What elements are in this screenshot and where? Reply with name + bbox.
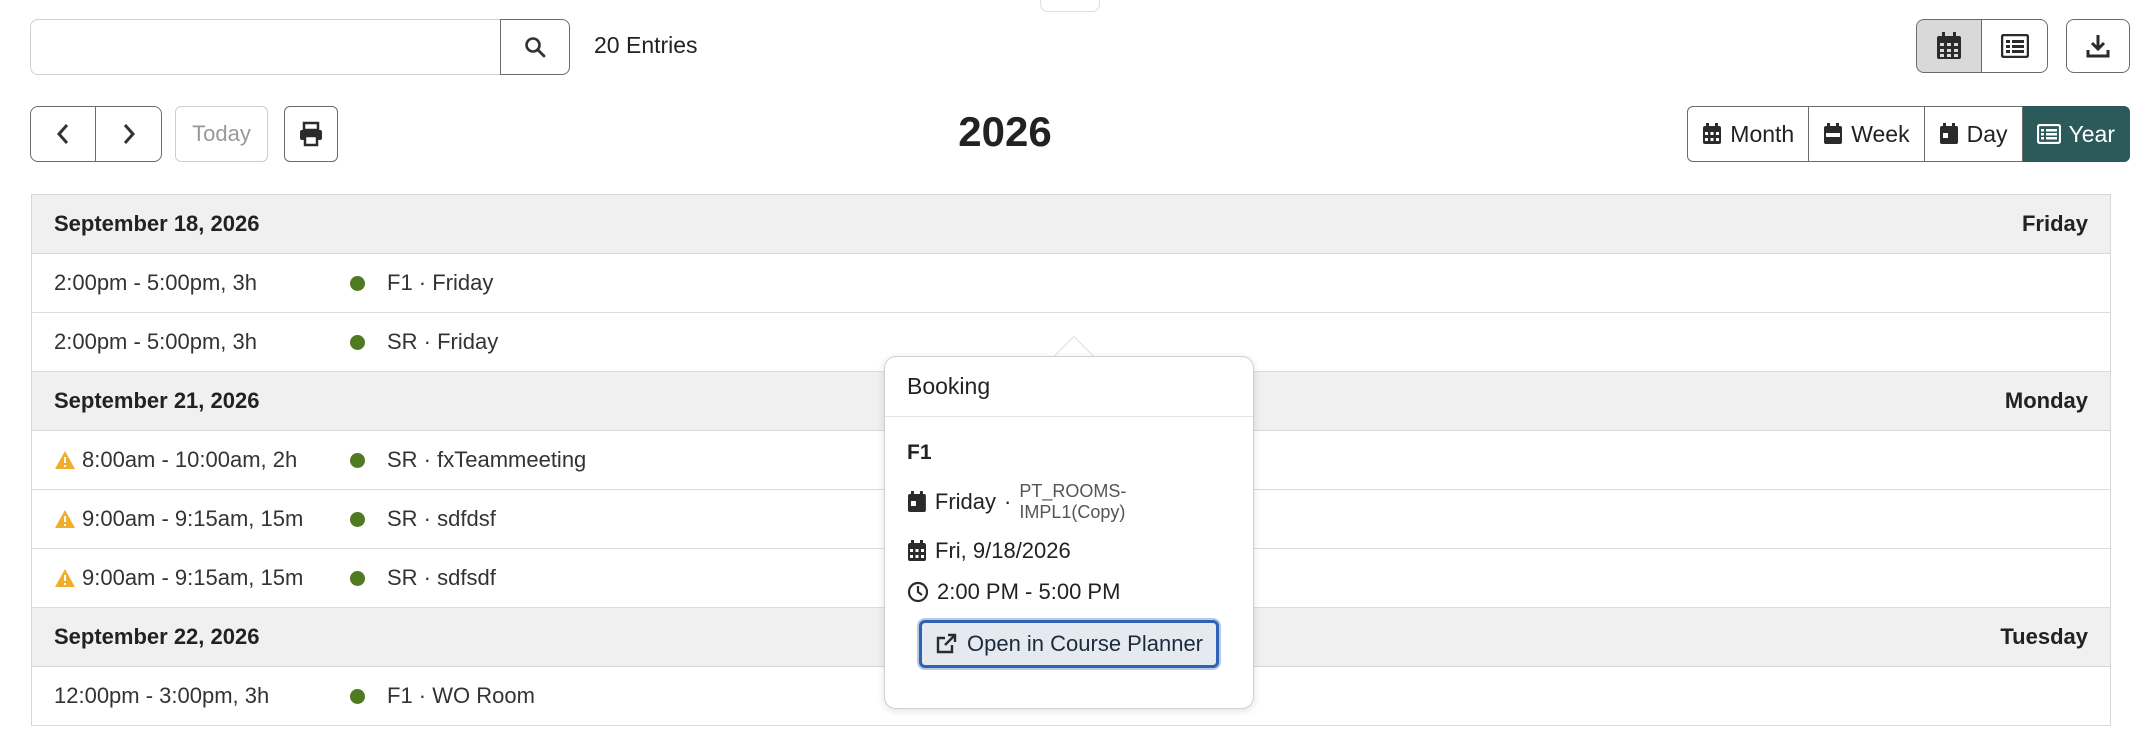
event-status-dot bbox=[350, 688, 365, 704]
popover-event-name: Friday bbox=[934, 489, 996, 514]
next-button[interactable] bbox=[96, 106, 162, 162]
week-label: Week bbox=[1851, 120, 1910, 147]
prev-next-group bbox=[30, 106, 162, 162]
event-title: SR · sdfdsf bbox=[387, 506, 496, 531]
event-time-text: 9:00am - 9:15am, 15m bbox=[82, 506, 304, 531]
calendar-icon bbox=[908, 540, 926, 561]
year-button[interactable]: Year bbox=[2022, 106, 2130, 162]
event-status-dot bbox=[350, 334, 365, 350]
day-label: Day bbox=[1966, 120, 2008, 147]
calendar-month-icon bbox=[1703, 123, 1722, 144]
event-time: 9:00am - 9:15am, 15m bbox=[54, 565, 350, 591]
popover-title: F1 bbox=[907, 441, 932, 464]
popover-date: Fri, 9/18/2026 bbox=[935, 538, 1071, 563]
popover-body: F1 Friday · PT_ROOMS-IMPL1(Copy) Fri, 9/… bbox=[885, 417, 1253, 692]
calendar-grid-icon bbox=[1937, 32, 1961, 59]
warning-icon bbox=[55, 569, 75, 587]
year-label: Year bbox=[2068, 120, 2115, 147]
event-time-text: 12:00pm - 3:00pm, 3h bbox=[54, 683, 270, 708]
top-handle bbox=[1040, 0, 1100, 12]
popover-event-source: PT_ROOMS-IMPL1(Copy) bbox=[1019, 481, 1127, 522]
open-in-course-planner-button[interactable]: Open in Course Planner bbox=[919, 620, 1219, 668]
day-date: September 18, 2026 bbox=[54, 211, 260, 236]
day-weekday: Monday bbox=[2004, 388, 2088, 413]
event-time-text: 2:00pm - 5:00pm, 3h bbox=[54, 270, 258, 295]
clock-icon bbox=[907, 581, 929, 603]
popover-event-line: Friday · PT_ROOMS-IMPL1(Copy) bbox=[907, 481, 1231, 523]
search-icon bbox=[525, 37, 546, 58]
popover-arrow bbox=[1054, 336, 1094, 356]
event-time-text: 8:00am - 10:00am, 2h bbox=[82, 447, 298, 472]
search-group bbox=[30, 19, 570, 75]
month-button[interactable]: Month bbox=[1687, 106, 1810, 162]
event-title: SR · fxTeammeeting bbox=[387, 447, 587, 472]
event-row[interactable]: 2:00pm - 5:00pm, 3h F1 · Friday bbox=[32, 254, 2110, 313]
view-toggle bbox=[1916, 19, 2048, 73]
prev-button[interactable] bbox=[30, 106, 96, 162]
range-selector: Month Week Day Year bbox=[1687, 106, 2130, 162]
page-title: 2026 bbox=[958, 108, 1052, 155]
list-view-button[interactable] bbox=[1982, 19, 2048, 73]
event-time: 2:00pm - 5:00pm, 3h bbox=[54, 270, 350, 296]
week-button[interactable]: Week bbox=[1809, 106, 1925, 162]
event-title: F1 · WO Room bbox=[387, 683, 535, 708]
printer-icon bbox=[300, 121, 322, 147]
event-time-text: 2:00pm - 5:00pm, 3h bbox=[54, 329, 258, 354]
event-time: 12:00pm - 3:00pm, 3h bbox=[54, 683, 350, 709]
calendar-event-icon bbox=[907, 491, 926, 512]
event-time: 9:00am - 9:15am, 15m bbox=[54, 506, 350, 532]
search-input[interactable] bbox=[30, 19, 500, 75]
today-button[interactable]: Today bbox=[175, 106, 268, 162]
day-button[interactable]: Day bbox=[1924, 106, 2023, 162]
list-icon bbox=[2000, 34, 2029, 58]
warning-icon bbox=[55, 510, 75, 528]
download-button[interactable] bbox=[2066, 19, 2130, 73]
day-date: September 22, 2026 bbox=[54, 624, 260, 649]
event-title: SR · sdfsdf bbox=[387, 565, 496, 590]
event-status-dot bbox=[350, 570, 365, 586]
calendar-view-button[interactable] bbox=[1916, 19, 1982, 73]
event-title: F1 · Friday bbox=[387, 270, 494, 295]
entries-count: 20 Entries bbox=[594, 32, 698, 58]
month-label: Month bbox=[1730, 120, 1795, 147]
event-status-dot bbox=[350, 452, 365, 468]
search-button[interactable] bbox=[500, 19, 570, 75]
day-header: September 18, 2026 Friday bbox=[32, 195, 2110, 254]
event-time-text: 9:00am - 9:15am, 15m bbox=[82, 565, 304, 590]
event-status-dot bbox=[350, 275, 365, 291]
popover-separator: · bbox=[1004, 489, 1012, 514]
list-alt-icon bbox=[2036, 124, 2061, 144]
day-weekday: Friday bbox=[2021, 211, 2088, 236]
external-link-icon bbox=[936, 633, 957, 654]
event-title: SR · Friday bbox=[387, 329, 499, 354]
day-weekday: Tuesday bbox=[2000, 624, 2088, 649]
open-in-course-planner-label: Open in Course Planner bbox=[966, 631, 1204, 656]
print-button[interactable] bbox=[284, 106, 338, 162]
popover-header: Booking bbox=[885, 357, 1253, 417]
calendar-day-icon bbox=[1939, 123, 1958, 144]
event-status-dot bbox=[350, 511, 365, 527]
booking-popover: Booking F1 Friday · PT_ROOMS-IMPL1(Copy)… bbox=[884, 356, 1254, 709]
popover-time-line: 2:00 PM - 5:00 PM bbox=[907, 579, 1231, 605]
popover-time: 2:00 PM - 5:00 PM bbox=[937, 579, 1121, 604]
download-icon bbox=[2086, 35, 2110, 58]
calendar-week-icon bbox=[1824, 123, 1843, 144]
event-time: 8:00am - 10:00am, 2h bbox=[54, 447, 350, 473]
chevron-left-icon bbox=[56, 124, 69, 144]
warning-icon bbox=[55, 451, 75, 469]
event-time: 2:00pm - 5:00pm, 3h bbox=[54, 329, 350, 355]
day-date: September 21, 2026 bbox=[54, 388, 260, 413]
popover-date-line: Fri, 9/18/2026 bbox=[907, 538, 1231, 564]
chevron-right-icon bbox=[123, 124, 135, 144]
